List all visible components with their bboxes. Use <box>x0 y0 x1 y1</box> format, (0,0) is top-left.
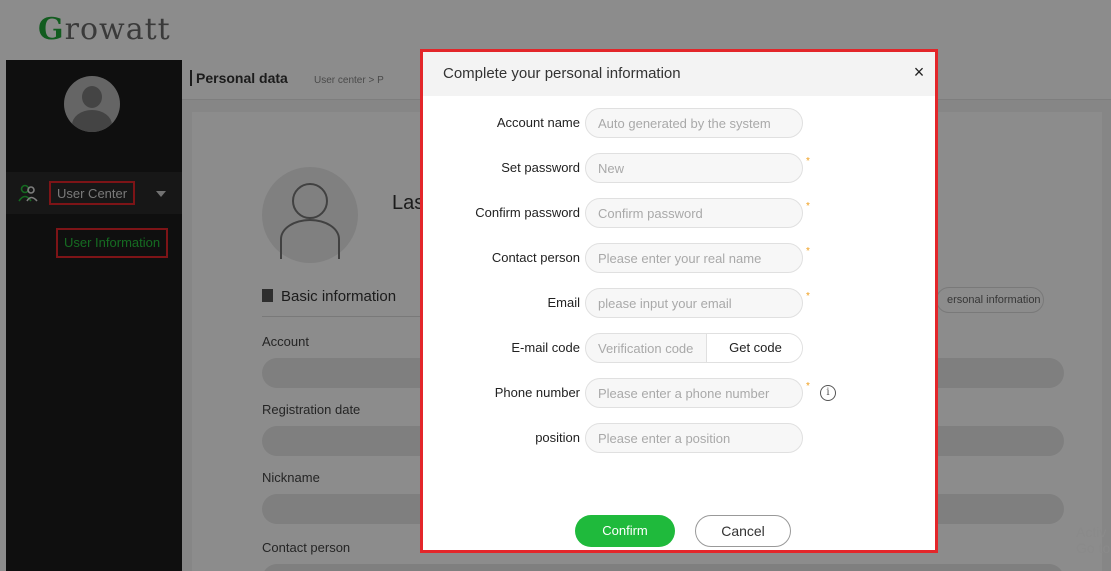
activation-watermark: Activ Go to <box>1076 524 1111 556</box>
confirm-password-label: Confirm password <box>475 205 580 220</box>
account-name-input[interactable] <box>585 108 803 138</box>
confirm-password-input[interactable] <box>585 198 803 228</box>
account-name-label: Account name <box>496 115 580 130</box>
email-code-label: E-mail code <box>511 340 580 355</box>
cancel-button[interactable]: Cancel <box>695 515 791 547</box>
required-mark: * <box>806 291 810 302</box>
dialog-title: Complete your personal information <box>443 65 681 82</box>
email-label: Email <box>547 295 580 310</box>
required-mark: * <box>806 156 810 167</box>
phone-number-input[interactable] <box>585 378 803 408</box>
position-label: position <box>535 430 580 445</box>
form-row-email: Email * <box>423 288 935 318</box>
dialog-header: Complete your personal information × <box>423 52 935 96</box>
phone-number-label: Phone number <box>494 385 580 400</box>
info-icon[interactable]: i <box>820 385 836 401</box>
required-mark: * <box>806 201 810 212</box>
email-code-group: Get code <box>585 333 803 363</box>
verification-code-input[interactable] <box>586 334 706 362</box>
form-row-contact-person: Contact person * <box>423 243 935 273</box>
email-input[interactable] <box>585 288 803 318</box>
form-row-confirm-password: Confirm password * <box>423 198 935 228</box>
contact-person-input[interactable] <box>585 243 803 273</box>
required-mark: * <box>806 246 810 257</box>
form-row-account-name: Account name <box>423 108 935 138</box>
get-code-button[interactable]: Get code <box>706 334 802 362</box>
position-input[interactable] <box>585 423 803 453</box>
contact-person-label: Contact person <box>491 250 580 265</box>
form-row-phone-number: Phone number * i <box>423 378 935 408</box>
form-row-email-code: E-mail code Get code <box>423 333 935 363</box>
set-password-label: Set password <box>501 160 580 175</box>
required-mark: * <box>806 381 810 392</box>
close-icon[interactable]: × <box>909 62 929 82</box>
form-row-position: position <box>423 423 935 453</box>
personal-info-dialog: Complete your personal information × Acc… <box>420 49 938 553</box>
form-row-set-password: Set password * <box>423 153 935 183</box>
confirm-button[interactable]: Confirm <box>575 515 675 547</box>
set-password-input[interactable] <box>585 153 803 183</box>
